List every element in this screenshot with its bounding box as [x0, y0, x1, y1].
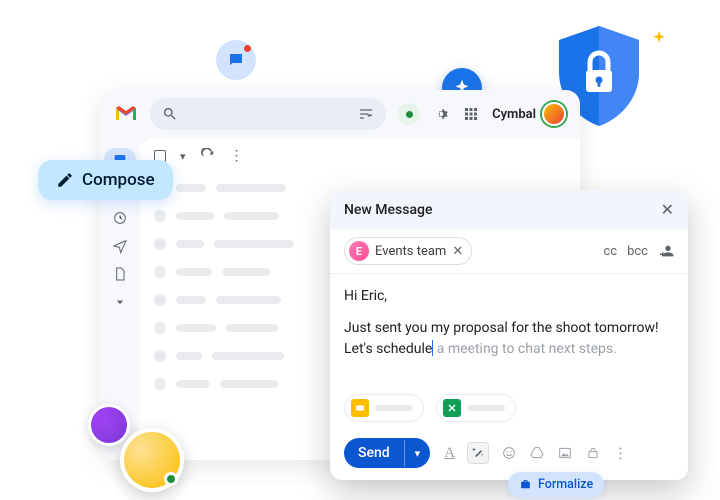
file-icon[interactable] [112, 266, 128, 282]
lock-time-icon[interactable] [585, 445, 601, 461]
gear-icon[interactable] [432, 105, 450, 123]
avatar[interactable] [542, 102, 566, 126]
bcc-button[interactable]: bcc [627, 244, 648, 259]
emoji-icon[interactable] [501, 445, 517, 461]
header-actions [398, 103, 480, 125]
tune-icon[interactable] [358, 106, 374, 122]
presence-active-icon [164, 472, 178, 486]
chevron-down-icon[interactable]: ▾ [180, 150, 186, 163]
drive-icon[interactable] [529, 445, 545, 461]
overflow-icon[interactable]: ⋮ [613, 444, 630, 462]
sent-icon[interactable] [112, 238, 128, 254]
image-icon[interactable] [557, 445, 573, 461]
attachment-sheets[interactable] [436, 394, 516, 422]
remove-recipient-icon[interactable]: ✕ [452, 244, 463, 259]
compose-button[interactable]: Compose [38, 160, 173, 200]
cc-button[interactable]: cc [603, 244, 617, 259]
compose-header: New Message ✕ [330, 190, 688, 229]
recipient-chip[interactable]: E Events team ✕ [344, 237, 472, 265]
send-options-dropdown[interactable]: ▾ [404, 440, 431, 467]
search-icon [162, 106, 178, 122]
apps-icon[interactable] [462, 105, 480, 123]
status-active-icon [398, 103, 420, 125]
smart-compose-suggestion: a meeting to chat next steps. [433, 341, 617, 357]
formalize-label: Formalize [538, 477, 593, 492]
compose-window: New Message ✕ E Events team ✕ cc bcc Hi … [330, 190, 688, 480]
search-input[interactable] [150, 98, 386, 130]
body-greeting: Hi Eric, [344, 286, 674, 308]
briefcase-icon [519, 478, 532, 491]
recipient-chip-label: Events team [375, 244, 446, 259]
org-name: Cymbal [492, 107, 536, 122]
close-icon[interactable]: ✕ [661, 200, 674, 219]
contact-avatar-1 [88, 404, 130, 446]
person-add-icon[interactable] [658, 243, 674, 259]
formalize-button[interactable]: Formalize [508, 472, 604, 497]
notification-dot-icon [244, 45, 251, 52]
list-toolbar: ▾ ⋮ [154, 148, 566, 164]
compose-title: New Message [344, 202, 432, 218]
body-typed-text: Let's schedule [344, 341, 432, 357]
chat-icon [227, 51, 245, 69]
recipient-avatar-icon: E [349, 241, 369, 261]
attachment-slides[interactable] [344, 394, 424, 422]
gmail-logo [114, 105, 138, 123]
recipients-row[interactable]: E Events team ✕ cc bcc [330, 229, 688, 274]
sparkle-icon [650, 30, 668, 48]
magic-wand-icon[interactable] [467, 442, 489, 464]
formatting-toolbar: A ⋮ [444, 442, 630, 464]
org-brand: Cymbal [492, 102, 566, 126]
clock-icon[interactable] [112, 210, 128, 226]
send-button-label: Send [344, 438, 404, 468]
attachments-row [330, 394, 688, 430]
compose-footer: Send ▾ A ⋮ [330, 430, 688, 480]
body-compose-line: Let's schedule a meeting to chat next st… [344, 339, 674, 361]
compose-button-label: Compose [82, 170, 155, 190]
refresh-icon[interactable] [200, 148, 216, 164]
text-format-icon[interactable]: A [444, 445, 455, 462]
slides-file-icon [351, 399, 369, 417]
overflow-icon[interactable]: ⋮ [230, 148, 246, 164]
sheets-file-icon [443, 399, 461, 417]
pencil-icon [56, 171, 74, 189]
chevron-down-icon[interactable] [112, 294, 128, 310]
gmail-header: Cymbal [100, 90, 580, 138]
contact-avatar-2 [120, 428, 184, 492]
body-line: Just sent you my proposal for the shoot … [344, 318, 674, 340]
send-button[interactable]: Send ▾ [344, 438, 430, 468]
chat-bubble-decoration [216, 40, 256, 80]
gmail-logo-icon [114, 105, 138, 123]
message-body[interactable]: Hi Eric, Just sent you my proposal for t… [330, 274, 688, 394]
